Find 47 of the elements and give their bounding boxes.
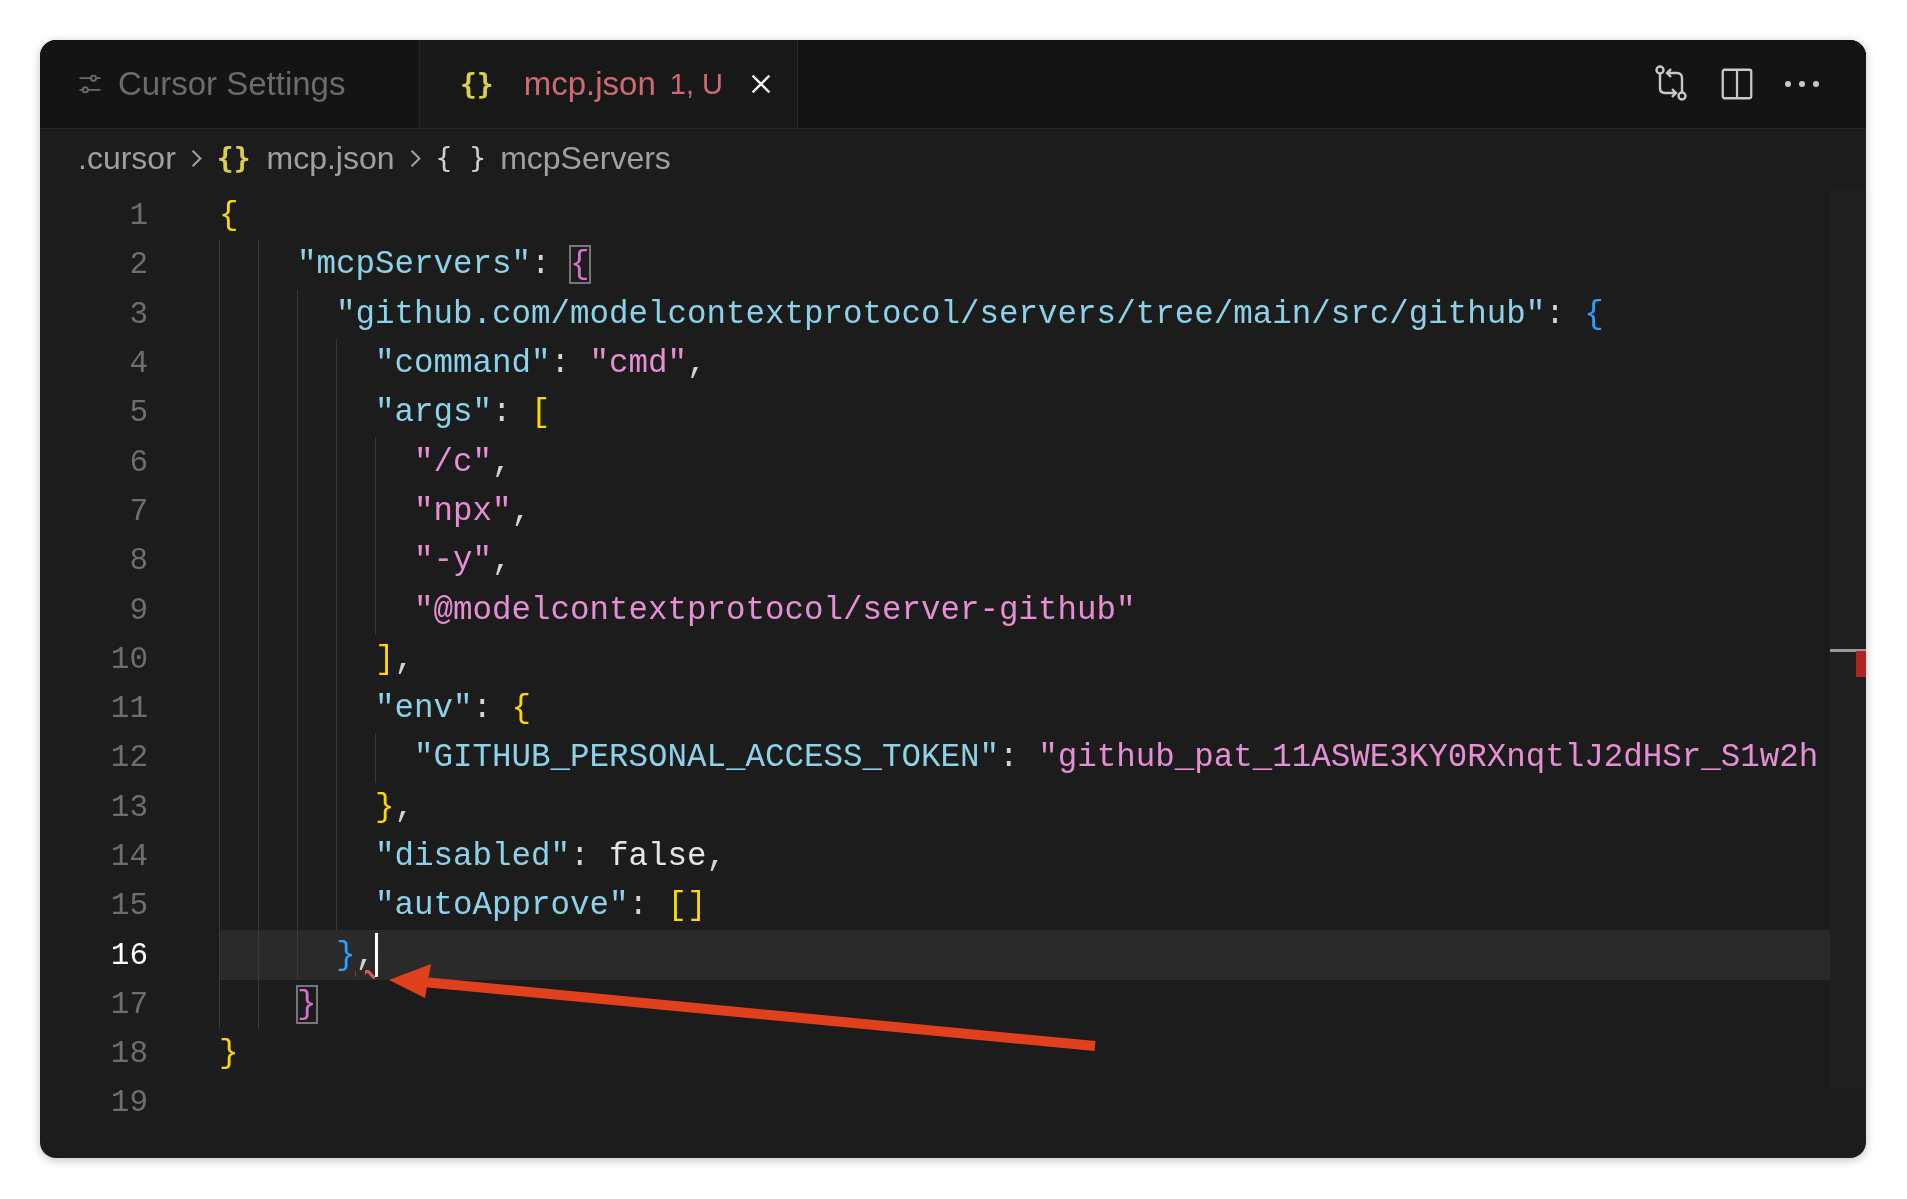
code-line: "command": "cmd",: [375, 345, 707, 383]
code-line: "@modelcontextprotocol/server-github": [414, 591, 1136, 629]
code-line: },: [375, 788, 415, 826]
line-number: 4: [128, 346, 148, 382]
code-line: "mcpServers": {: [297, 246, 590, 284]
line-number: 7: [128, 493, 148, 529]
line-number: 10: [109, 641, 148, 677]
line-number: 14: [109, 839, 148, 874]
code-line: }: [219, 1035, 239, 1073]
code-line: {: [219, 197, 239, 235]
editor-tab[interactable]: {} mcp.json 1, U: [420, 40, 798, 128]
line-number: 17: [109, 986, 148, 1022]
chevron-icon: [408, 147, 422, 169]
code-line: "env": {: [375, 690, 532, 728]
line-number: 13: [109, 789, 148, 825]
code-line: "autoApprove": []: [375, 887, 707, 925]
breadcrumb-item[interactable]: { } mcpServers: [435, 139, 671, 177]
more-icon[interactable]: [1782, 79, 1822, 89]
line-number: 2: [128, 247, 148, 283]
line-number: 1: [128, 198, 148, 234]
line-number: 5: [128, 395, 148, 431]
error-marker: [1856, 651, 1866, 677]
breadcrumb-item[interactable]: .cursor: [78, 139, 176, 177]
code-line: },: [336, 936, 376, 974]
line-number: 6: [128, 444, 148, 480]
code-line: "/c",: [414, 443, 512, 481]
breadcrumb-item[interactable]: {} mcp.json: [216, 139, 395, 177]
code-line: "npx",: [414, 492, 532, 530]
line-number: 11: [109, 691, 148, 727]
line-number: 12: [109, 740, 148, 776]
code-line: "-y",: [414, 542, 512, 580]
code-line: "disabled": false,: [375, 838, 727, 875]
line-number: 18: [109, 1036, 148, 1072]
code-line: }: [297, 985, 317, 1023]
line-number: 19: [109, 1085, 148, 1121]
code-line: "github.com/modelcontextprotocol/servers/tree/main/src/github": {: [336, 295, 1604, 333]
code-line: "GITHUB_PERSONAL_ACCESS_TOKEN": "github_pat_11ASWE3KY0RXnqtlJ2dHSr_S1w2h: [414, 739, 1819, 777]
line-number: 9: [128, 592, 148, 628]
line-number: 3: [128, 296, 148, 332]
scrollbar-track[interactable]: [1830, 189, 1866, 1088]
line-number: 16: [109, 937, 148, 973]
code-line: "args": [: [375, 394, 551, 432]
text-cursor: [375, 933, 379, 978]
code-line: ],: [375, 640, 415, 678]
line-number: 8: [128, 543, 148, 579]
line-number: 15: [109, 888, 148, 924]
chevron-icon: [189, 147, 203, 169]
